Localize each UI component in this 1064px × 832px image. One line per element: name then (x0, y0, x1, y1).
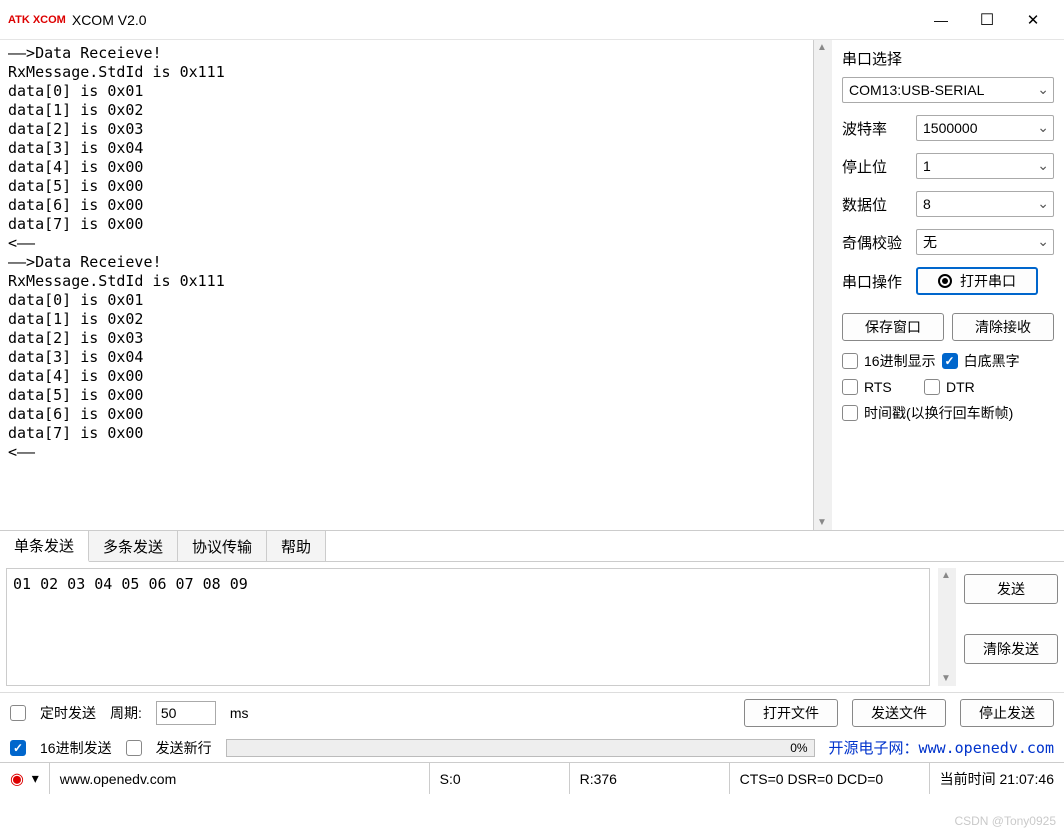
period-input[interactable] (156, 701, 216, 725)
clear-receive-button[interactable]: 清除接收 (952, 313, 1054, 341)
status-icon[interactable]: ◉ (10, 769, 24, 789)
baud-label: 波特率 (842, 118, 908, 139)
hex-send-label: 16进制发送 (40, 738, 112, 758)
baud-select[interactable]: 1500000 (916, 115, 1054, 141)
open-port-label: 打开串口 (960, 271, 1016, 291)
period-label: 周期: (110, 703, 142, 723)
stopbits-label: 停止位 (842, 156, 908, 177)
open-file-button[interactable]: 打开文件 (744, 699, 838, 727)
status-url[interactable]: www.openedv.com (50, 763, 430, 794)
open-port-button[interactable]: 打开串口 (916, 267, 1038, 295)
clear-send-button[interactable]: 清除发送 (964, 634, 1058, 664)
stop-send-button[interactable]: 停止发送 (960, 699, 1054, 727)
send-file-button[interactable]: 发送文件 (852, 699, 946, 727)
send-button[interactable]: 发送 (964, 574, 1058, 604)
ms-label: ms (230, 705, 249, 721)
hex-display-label: 16进制显示 (864, 351, 936, 371)
timestamp-checkbox[interactable] (842, 405, 858, 421)
databits-label: 数据位 (842, 194, 908, 215)
app-logo: ATK XCOM (8, 15, 66, 25)
white-bg-checkbox[interactable] (942, 353, 958, 369)
dropdown-icon[interactable]: ▾ (32, 770, 39, 787)
send-newline-label: 发送新行 (156, 738, 212, 758)
timed-send-checkbox[interactable] (10, 705, 26, 721)
scroll-down-icon[interactable]: ▼ (817, 517, 827, 528)
status-sent: S:0 (430, 763, 570, 794)
rts-checkbox[interactable] (842, 379, 858, 395)
scroll-down-icon[interactable]: ▼ (941, 673, 951, 684)
dtr-label: DTR (946, 379, 975, 395)
tab-protocol[interactable]: 协议传输 (178, 531, 267, 561)
receive-log[interactable]: ——>Data Receieve! RxMessage.StdId is 0x1… (0, 40, 813, 466)
side-panel: 串口选择 COM13:USB-SERIAL 波特率 1500000 停止位 1 数据… (832, 40, 1064, 530)
scroll-up-icon[interactable]: ▲ (817, 42, 827, 53)
record-icon (938, 274, 952, 288)
minimize-button[interactable] (918, 5, 964, 35)
save-window-button[interactable]: 保存窗口 (842, 313, 944, 341)
hex-display-checkbox[interactable] (842, 353, 858, 369)
dtr-checkbox[interactable] (924, 379, 940, 395)
tab-single-send[interactable]: 单条发送 (0, 531, 89, 562)
scroll-up-icon[interactable]: ▲ (941, 570, 951, 581)
receive-area: ——>Data Receieve! RxMessage.StdId is 0x1… (0, 40, 814, 530)
status-signals: CTS=0 DSR=0 DCD=0 (730, 763, 930, 794)
rts-label: RTS (864, 379, 918, 395)
titlebar: ATK XCOM XCOM V2.0 (0, 0, 1064, 40)
parity-label: 奇偶校验 (842, 232, 908, 253)
send-newline-checkbox[interactable] (126, 740, 142, 756)
progress-bar: 0% (226, 739, 815, 757)
send-scrollbar[interactable]: ▲ ▼ (938, 568, 956, 686)
port-op-label: 串口操作 (842, 271, 908, 292)
status-received: R:376 (570, 763, 730, 794)
openedv-link[interactable]: 开源电子网：www.openedv.com (829, 737, 1054, 758)
status-time: 当前时间 21:07:46 (930, 763, 1064, 794)
send-textarea[interactable]: 01 02 03 04 05 06 07 08 09 (6, 568, 930, 686)
send-tabs: 单条发送 多条发送 协议传输 帮助 (0, 530, 1064, 562)
hex-send-checkbox[interactable] (10, 740, 26, 756)
port-select[interactable]: COM13:USB-SERIAL (842, 77, 1054, 103)
databits-select[interactable]: 8 (916, 191, 1054, 217)
port-select-title: 串口选择 (842, 48, 1054, 69)
white-bg-label: 白底黑字 (964, 351, 1020, 371)
status-bar: ◉ ▾ www.openedv.com S:0 R:376 CTS=0 DSR=… (0, 762, 1064, 794)
maximize-button[interactable] (964, 5, 1010, 35)
stopbits-select[interactable]: 1 (916, 153, 1054, 179)
parity-select[interactable]: 无 (916, 229, 1054, 255)
receive-scrollbar[interactable]: ▲ ▼ (814, 40, 832, 530)
timestamp-label: 时间戳(以换行回车断帧) (864, 403, 1013, 423)
tab-help[interactable]: 帮助 (267, 531, 326, 561)
tab-multi-send[interactable]: 多条发送 (89, 531, 178, 561)
timed-send-label: 定时发送 (40, 703, 96, 723)
window-title: XCOM V2.0 (72, 12, 147, 28)
watermark: CSDN @Tony0925 (954, 814, 1056, 828)
close-button[interactable] (1010, 5, 1056, 35)
